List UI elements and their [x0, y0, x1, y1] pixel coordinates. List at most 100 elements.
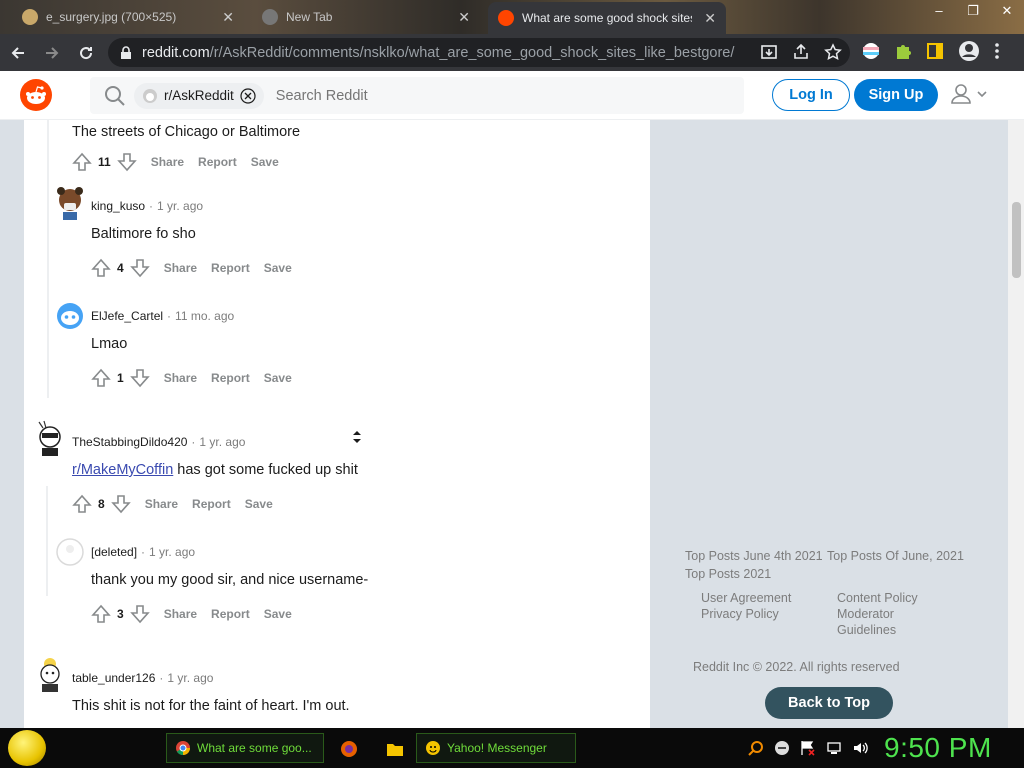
flag-extension-icon[interactable]	[862, 42, 880, 60]
comment-timestamp[interactable]: 1 yr. ago	[199, 435, 245, 449]
thread-line[interactable]	[47, 120, 49, 398]
search-bar[interactable]: r/AskReddit	[90, 77, 744, 114]
clear-chip-icon[interactable]	[240, 87, 256, 104]
save-button[interactable]: Save	[251, 155, 279, 169]
profile-avatar-icon[interactable]	[958, 40, 980, 62]
login-button[interactable]: Log In	[772, 79, 850, 111]
browser-menu-kebab-icon[interactable]	[994, 42, 1000, 60]
user-avatar-icon[interactable]	[56, 186, 84, 220]
comment-timestamp[interactable]: 11 mo. ago	[175, 309, 234, 323]
action-center-flag-icon[interactable]	[800, 740, 816, 756]
upvote-icon[interactable]	[72, 494, 92, 514]
report-button[interactable]: Report	[192, 497, 231, 511]
close-window-icon[interactable]: ✕	[990, 0, 1024, 22]
comment-username[interactable]: king_kuso	[91, 199, 145, 213]
lock-icon	[120, 45, 132, 60]
share-button[interactable]: Share	[164, 607, 197, 621]
close-icon[interactable]: ✕	[222, 9, 234, 26]
close-icon[interactable]: ✕	[704, 10, 716, 27]
comment-body: thank you my good sir, and nice username…	[91, 572, 369, 588]
search-tray-icon[interactable]	[748, 740, 764, 756]
address-bar[interactable]: reddit.com/r/AskReddit/comments/nsklko/w…	[108, 38, 850, 67]
footer-link[interactable]: Top Posts June 4th 2021	[685, 549, 823, 563]
upvote-icon[interactable]	[91, 604, 111, 624]
close-icon[interactable]: ✕	[458, 9, 470, 26]
comment-username[interactable]: table_under126	[72, 671, 155, 685]
extensions-puzzle-icon[interactable]	[894, 42, 912, 60]
footer-link[interactable]: Content Policy	[837, 591, 918, 605]
save-button[interactable]: Save	[264, 261, 292, 275]
footer-link[interactable]: Top Posts Of June, 2021	[827, 549, 964, 563]
side-panel-icon[interactable]	[926, 42, 944, 60]
window-controls: – ❐ ✕	[922, 0, 1024, 22]
report-button[interactable]: Report	[198, 155, 237, 169]
comment-username[interactable]: TheStabbingDildo420	[72, 435, 187, 449]
thread-line[interactable]	[46, 486, 48, 596]
report-button[interactable]: Report	[211, 371, 250, 385]
subreddit-search-chip[interactable]: r/AskReddit	[134, 82, 264, 109]
footer-link[interactable]: Top Posts 2021	[685, 567, 771, 581]
upvote-icon[interactable]	[91, 258, 111, 278]
comment-timestamp[interactable]: 1 yr. ago	[167, 671, 213, 685]
comment-header: [deleted] · 1 yr. ago	[91, 542, 368, 562]
firefox-icon[interactable]	[340, 740, 358, 758]
reddit-logo-icon[interactable]	[20, 79, 52, 111]
taskbar-clock[interactable]: 9:50 PM	[884, 732, 992, 764]
maximize-icon[interactable]: ❐	[956, 0, 990, 22]
save-button[interactable]: Save	[245, 497, 273, 511]
taskbar-item-yahoo-messenger[interactable]: Yahoo! Messenger	[416, 733, 576, 763]
taskbar-item-chrome[interactable]: What are some goo...	[166, 733, 324, 763]
page-scrollbar[interactable]	[1008, 120, 1024, 728]
downvote-icon[interactable]	[129, 258, 150, 278]
share-button[interactable]: Share	[145, 497, 178, 511]
footer-link[interactable]: Guidelines	[837, 623, 896, 637]
minimize-icon[interactable]: –	[922, 0, 956, 22]
user-dropdown[interactable]	[950, 83, 988, 105]
copyright-text: Reddit Inc © 2022. All rights reserved	[693, 660, 900, 674]
comment-username[interactable]: ElJefe_Cartel	[91, 309, 163, 323]
comment-timestamp[interactable]: 1 yr. ago	[157, 199, 203, 213]
tab-reddit-active[interactable]: What are some good shock sites ✕	[488, 2, 726, 34]
footer-link[interactable]: User Agreement	[701, 591, 791, 605]
install-app-icon[interactable]	[760, 43, 778, 61]
share-button[interactable]: Share	[164, 371, 197, 385]
comment-body: This shit is not for the faint of heart.…	[72, 698, 350, 714]
search-input[interactable]	[275, 87, 576, 104]
footer-link[interactable]: Privacy Policy	[701, 607, 779, 621]
user-avatar-icon[interactable]	[56, 302, 84, 330]
share-button[interactable]: Share	[151, 155, 184, 169]
back-to-top-button[interactable]: Back to Top	[765, 687, 893, 719]
downvote-icon[interactable]	[116, 152, 137, 172]
footer-link[interactable]: Moderator	[837, 607, 894, 621]
upvote-icon[interactable]	[72, 152, 92, 172]
signup-button[interactable]: Sign Up	[854, 79, 938, 111]
upvote-icon[interactable]	[91, 368, 111, 388]
forward-arrow-icon[interactable]	[36, 37, 68, 69]
save-button[interactable]: Save	[264, 371, 292, 385]
status-tray-icon[interactable]	[774, 740, 790, 756]
bookmark-star-icon[interactable]	[824, 43, 842, 61]
reload-icon[interactable]	[70, 37, 102, 69]
network-icon[interactable]	[826, 740, 842, 756]
share-icon[interactable]	[792, 43, 810, 61]
tab-image[interactable]: e_surgery.jpg (700×525) ✕	[12, 2, 244, 32]
folder-icon[interactable]	[386, 740, 404, 758]
subreddit-link[interactable]: r/MakeMyCoffin	[72, 462, 173, 478]
volume-icon[interactable]	[852, 740, 868, 756]
start-button-icon[interactable]	[8, 730, 46, 766]
report-button[interactable]: Report	[211, 261, 250, 275]
scrollbar-thumb[interactable]	[1012, 202, 1021, 278]
tab-label: New Tab	[286, 10, 333, 24]
save-button[interactable]: Save	[264, 607, 292, 621]
report-button[interactable]: Report	[211, 607, 250, 621]
back-arrow-icon[interactable]	[2, 37, 34, 69]
share-button[interactable]: Share	[164, 261, 197, 275]
vote-score: 4	[117, 261, 124, 275]
downvote-icon[interactable]	[110, 494, 131, 514]
downvote-icon[interactable]	[129, 368, 150, 388]
tab-new-tab[interactable]: New Tab ✕	[252, 2, 480, 32]
comment-timestamp[interactable]: 1 yr. ago	[149, 545, 195, 559]
downvote-icon[interactable]	[129, 604, 150, 624]
user-avatar-icon[interactable]	[36, 420, 64, 456]
user-avatar-icon[interactable]	[36, 656, 64, 692]
